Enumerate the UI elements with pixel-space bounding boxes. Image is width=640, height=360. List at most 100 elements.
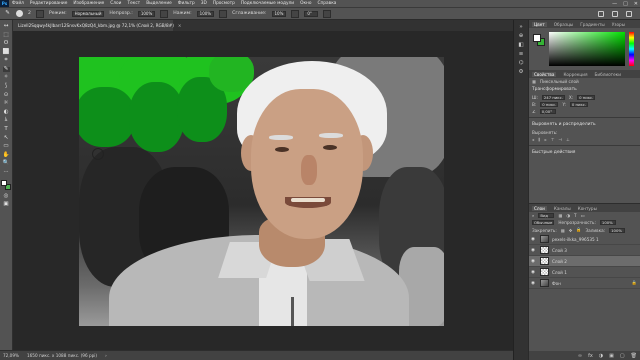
angle-field[interactable]: 0,00°	[539, 109, 556, 114]
clone-stamp-tool-icon[interactable]: ⟆	[3, 83, 10, 89]
brush-tool-preset-icon[interactable]: ✎	[4, 10, 11, 16]
adjustment-layer-icon[interactable]: ◑	[599, 353, 603, 359]
quick-actions-title[interactable]: Быстрые действия	[529, 148, 640, 157]
minimize-icon[interactable]: —	[612, 1, 617, 7]
layer-row[interactable]: ◉ Фон 🔒	[529, 278, 640, 289]
smoothing-field[interactable]: 10%	[271, 10, 287, 17]
tab-patterns[interactable]: Узоры	[612, 22, 625, 27]
tab-layers[interactable]: Слои	[532, 205, 547, 211]
object-select-tool-icon[interactable]: ⬜	[3, 49, 10, 55]
screen-mode-icon[interactable]: ▣	[3, 202, 10, 208]
close-tab-icon[interactable]: ×	[178, 23, 182, 28]
align-left-icon[interactable]: ⫷	[532, 137, 534, 142]
foreground-color-swatch[interactable]	[1, 180, 7, 187]
pressure-field[interactable]: 100%	[196, 10, 215, 17]
width-field[interactable]: 247 пикс.	[541, 95, 565, 100]
menu-layers[interactable]: Слои	[107, 1, 124, 6]
tab-libraries[interactable]: Библиотеки	[595, 72, 621, 77]
image-canvas[interactable]	[79, 57, 444, 326]
close-icon[interactable]: ✕	[634, 1, 638, 7]
y-field[interactable]: 0 пикс.	[569, 102, 589, 107]
fill-field[interactable]: 100%	[609, 227, 626, 233]
workspace[interactable]	[13, 31, 513, 350]
brush-preset-picker[interactable]	[16, 10, 23, 17]
pressure-size-icon[interactable]	[323, 9, 332, 18]
lock-position-icon[interactable]: ✥	[569, 228, 573, 233]
brush-settings-toggle[interactable]	[35, 9, 44, 18]
tab-color[interactable]: Цвет	[532, 21, 547, 27]
opacity-field[interactable]: 100%	[137, 10, 156, 17]
align-middle-icon[interactable]: ⊣	[558, 137, 562, 142]
workspace-icon[interactable]	[612, 11, 618, 17]
photoshop-logo-icon[interactable]: Ps	[0, 0, 9, 7]
visibility-eye-icon[interactable]: ◉	[531, 281, 537, 286]
quick-mask-icon[interactable]: ◎	[3, 193, 10, 199]
layer-style-icon[interactable]: fx	[588, 353, 593, 359]
crop-tool-icon[interactable]: ⌗	[3, 57, 10, 63]
smoothing-settings-icon[interactable]	[291, 9, 300, 18]
lasso-tool-icon[interactable]: ʘ	[3, 40, 10, 46]
menu-help[interactable]: Справка	[315, 1, 340, 6]
status-arrow-icon[interactable]: ›	[105, 353, 107, 358]
layer-opacity-field[interactable]: 100%	[599, 220, 616, 225]
visibility-eye-icon[interactable]: ◉	[531, 270, 537, 275]
history-icon[interactable]: ≡	[519, 51, 524, 57]
align-top-icon[interactable]: ⊤	[551, 137, 555, 142]
tab-properties[interactable]: Свойства	[532, 71, 557, 77]
layer-row-selected[interactable]: ◉ Слой 2	[529, 256, 640, 267]
menu-image[interactable]: Изображение	[70, 1, 107, 6]
align-title[interactable]: Выровнять и распределить	[529, 120, 640, 129]
color-picker-field[interactable]	[549, 32, 625, 66]
add-mask-icon[interactable]: ▣	[609, 353, 614, 359]
menu-plugins[interactable]: Подключаемые модули	[238, 1, 297, 6]
expand-panels-icon[interactable]: »	[519, 24, 522, 30]
link-layers-icon[interactable]: ∞	[578, 353, 582, 359]
angle-field[interactable]: 0°	[304, 10, 319, 17]
mode-select[interactable]: Нормальный	[71, 10, 105, 17]
menu-3d[interactable]: 3D	[198, 1, 210, 6]
menu-view[interactable]: Просмотр	[210, 1, 238, 6]
visibility-eye-icon[interactable]: ◉	[531, 237, 537, 242]
color-swatches[interactable]	[1, 180, 11, 191]
settings-icon[interactable]: ⚙	[519, 69, 524, 75]
tab-adjustments[interactable]: Коррекция	[563, 72, 587, 77]
marquee-tool-icon[interactable]: ⬚	[3, 32, 10, 38]
menu-filter[interactable]: Фильтр	[175, 1, 198, 6]
align-right-icon[interactable]: ⫸	[544, 137, 546, 142]
pen-tool-icon[interactable]: ﾑ	[3, 118, 10, 124]
color-panel-swatches[interactable]	[533, 34, 545, 46]
share-icon[interactable]	[626, 11, 632, 17]
x-field[interactable]: 0 пикс.	[577, 95, 596, 100]
menu-window[interactable]: Окно	[297, 1, 314, 6]
brush-tool-icon[interactable]: ✎	[2, 66, 10, 73]
airbrush-icon[interactable]	[219, 9, 228, 18]
menu-file[interactable]: Файл	[9, 1, 27, 6]
layer-row[interactable]: ◉ Слой 1	[529, 267, 640, 278]
maximize-icon[interactable]: □	[623, 1, 628, 7]
foreground-swatch[interactable]	[533, 34, 541, 42]
zoom-level[interactable]: 72,09%	[3, 353, 19, 358]
brush-settings-icon[interactable]: ⌬	[519, 60, 524, 66]
filter-pixel-icon[interactable]: ▦	[558, 213, 562, 218]
height-field[interactable]: 0 пикс.	[540, 102, 559, 107]
move-tool-icon[interactable]: ↔	[3, 23, 10, 29]
search-icon[interactable]	[598, 11, 604, 17]
document-tab[interactable]: Lizell2Sqqwy4kJlbarr12SnsvKxQ8zQ4_kbm.jp…	[13, 20, 181, 31]
layer-row[interactable]: ◉ pexels-ilkka_996535 1	[529, 234, 640, 245]
hand-tool-icon[interactable]: ✋	[3, 152, 10, 158]
transform-title[interactable]: Трансформировать	[529, 85, 640, 94]
lock-pixels-icon[interactable]: ▦	[561, 228, 565, 233]
tab-gradients[interactable]: Градиенты	[580, 22, 604, 27]
hue-slider[interactable]	[629, 32, 634, 66]
more-tools-icon[interactable]: ···	[3, 169, 10, 175]
align-bottom-icon[interactable]: ⊥	[566, 137, 570, 142]
menu-type[interactable]: Текст	[124, 1, 143, 6]
tab-paths[interactable]: Контуры	[578, 206, 597, 211]
layer-row[interactable]: ◉ Слой 3	[529, 245, 640, 256]
type-tool-icon[interactable]: T	[3, 126, 10, 132]
zoom-tool-icon[interactable]: 🔍	[3, 160, 10, 166]
menu-select[interactable]: Выделение	[143, 1, 175, 6]
opacity-pressure-icon[interactable]	[160, 9, 169, 18]
navigator-icon[interactable]: ⊕	[519, 33, 524, 39]
rectangle-tool-icon[interactable]: ▭	[3, 143, 10, 149]
